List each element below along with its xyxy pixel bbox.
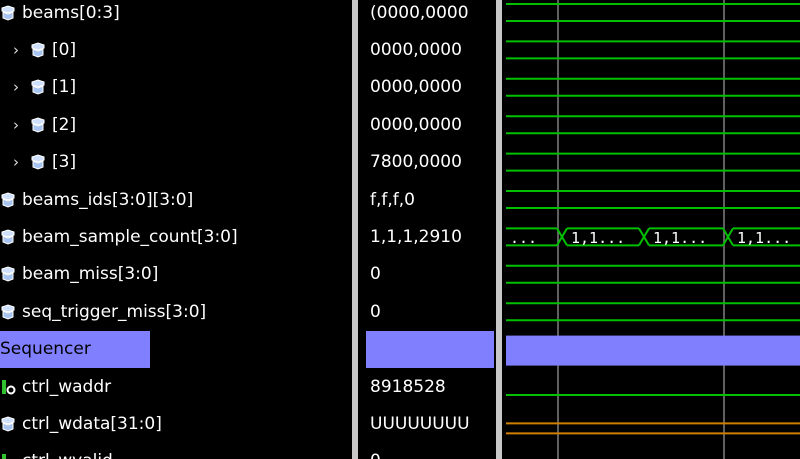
- bus-icon: [30, 154, 46, 170]
- signal-value: 0000,0000: [370, 39, 462, 60]
- signal-row[interactable]: seq_trigger_miss[3:0]: [0, 293, 352, 330]
- signal-row[interactable]: beams_ids[3:0][3:0]: [0, 181, 352, 218]
- signal-name: beams_ids[3:0][3:0]: [22, 189, 194, 210]
- bus-value-label: 1,1...: [737, 229, 791, 247]
- signal-names-pane: beams[0:3] › [0] › [1] › [2] › [3] beams_ids[3:0]…: [0, 0, 352, 459]
- signal-name-cell[interactable]: › [3]: [0, 144, 352, 181]
- signal-name: [3]: [52, 152, 77, 173]
- value-row: 8918528: [358, 368, 496, 405]
- signal-name: [2]: [52, 114, 77, 135]
- group-wave-band: [506, 335, 800, 366]
- expand-chevron-icon[interactable]: ›: [10, 78, 22, 96]
- value-row: 0000,0000: [358, 106, 496, 143]
- signal-row[interactable]: › [2]: [0, 106, 352, 143]
- expand-chevron-icon[interactable]: ›: [10, 41, 22, 59]
- value-row: 7800,0000: [358, 144, 496, 181]
- signal-value: 0: [370, 264, 381, 285]
- waveform-pane[interactable]: ... 1,1... 1,1... 1,1...: [502, 0, 800, 459]
- value-row: f,f,f,0: [358, 181, 496, 218]
- signal-name: [1]: [52, 77, 77, 98]
- signal-row[interactable]: ctrl_waddr: [0, 368, 352, 405]
- signal-value: 0000,0000: [370, 114, 462, 135]
- signal-row[interactable]: ctrl_wvalid: [0, 443, 352, 459]
- signal-value: 1,1,1,2910: [370, 226, 462, 247]
- signal-name-cell[interactable]: › [0]: [0, 31, 352, 68]
- group-row[interactable]: Sequencer: [0, 330, 352, 368]
- signal-row[interactable]: › [1]: [0, 69, 352, 106]
- expand-chevron-icon[interactable]: ›: [10, 153, 22, 171]
- waveform-canvas[interactable]: ... 1,1... 1,1... 1,1...: [502, 0, 800, 459]
- signal-name: beam_miss[3:0]: [22, 264, 159, 285]
- wire-icon: [0, 379, 16, 395]
- signal-name: ctrl_waddr: [22, 376, 112, 397]
- bus-value-label: 1,1...: [571, 229, 625, 247]
- value-row: 0000,0000: [358, 31, 496, 68]
- bus-value-label: 1,1...: [653, 229, 707, 247]
- signal-name: [0]: [52, 39, 77, 60]
- value-row: UUUUUUUU: [358, 405, 496, 442]
- signal-name-cell[interactable]: beams[0:3]: [0, 0, 352, 31]
- signal-value: 0: [370, 301, 381, 322]
- signal-row[interactable]: beams[0:3]: [0, 0, 352, 31]
- value-row: 0: [358, 293, 496, 330]
- signal-name-cell[interactable]: › [2]: [0, 106, 352, 143]
- signal-name: beams[0:3]: [22, 2, 120, 23]
- signal-name: ctrl_wvalid: [22, 451, 113, 459]
- signal-row[interactable]: ctrl_wdata[31:0]: [0, 405, 352, 442]
- group-label: Sequencer: [0, 339, 91, 360]
- signal-row[interactable]: › [3]: [0, 144, 352, 181]
- signal-name-cell[interactable]: beam_miss[3:0]: [0, 256, 352, 293]
- signal-values-pane: (0000,0000 0000,0000 0000,0000 0000,0000 780…: [358, 0, 496, 459]
- signal-value: 7800,0000: [370, 152, 462, 173]
- value-row: 1,1,1,2910: [358, 218, 496, 255]
- group-name-cell[interactable]: Sequencer: [0, 330, 150, 368]
- value-row: 0000,0000: [358, 69, 496, 106]
- signal-name-cell[interactable]: seq_trigger_miss[3:0]: [0, 293, 352, 330]
- signal-name-cell[interactable]: ctrl_waddr: [0, 368, 352, 405]
- signal-row[interactable]: beam_sample_count[3:0]: [0, 218, 352, 255]
- signal-name-cell[interactable]: beam_sample_count[3:0]: [0, 218, 352, 255]
- bus-icon: [30, 79, 46, 95]
- bus-icon: [0, 229, 16, 245]
- signal-row[interactable]: beam_miss[3:0]: [0, 256, 352, 293]
- bus-icon: [0, 191, 16, 208]
- signal-value: f,f,f,0: [370, 189, 415, 210]
- group-value-row: [358, 330, 496, 368]
- bus-icon: [0, 304, 16, 320]
- signal-name-cell[interactable]: › [1]: [0, 69, 352, 106]
- value-row: 0: [358, 256, 496, 293]
- signal-name: seq_trigger_miss[3:0]: [22, 301, 207, 322]
- bus-icon: [30, 117, 46, 133]
- signal-name-cell[interactable]: beams_ids[3:0][3:0]: [0, 181, 352, 218]
- signal-value: 8918528: [370, 376, 446, 397]
- bus-icon: [30, 42, 46, 58]
- signal-name-cell[interactable]: ctrl_wvalid: [0, 443, 352, 459]
- signal-value: 0000,0000: [370, 77, 462, 98]
- signal-value: UUUUUUUU: [370, 413, 470, 434]
- signal-name: ctrl_wdata[31:0]: [22, 413, 162, 434]
- bus-icon: [0, 4, 16, 21]
- signal-value: 0: [358, 443, 496, 459]
- signal-name-cell[interactable]: ctrl_wdata[31:0]: [0, 405, 352, 442]
- bus-value-label: ...: [510, 229, 537, 247]
- bus-icon: [0, 416, 16, 432]
- signal-value: (0000,0000: [370, 2, 469, 23]
- value-row: 0: [358, 443, 496, 459]
- signal-row[interactable]: › [0]: [0, 31, 352, 68]
- signal-name: beam_sample_count[3:0]: [22, 226, 238, 247]
- group-value-cell: [366, 330, 494, 368]
- bus-icon: [0, 266, 16, 282]
- expand-chevron-icon[interactable]: ›: [10, 116, 22, 134]
- value-row: (0000,0000: [358, 0, 496, 31]
- wire-icon: [0, 453, 16, 459]
